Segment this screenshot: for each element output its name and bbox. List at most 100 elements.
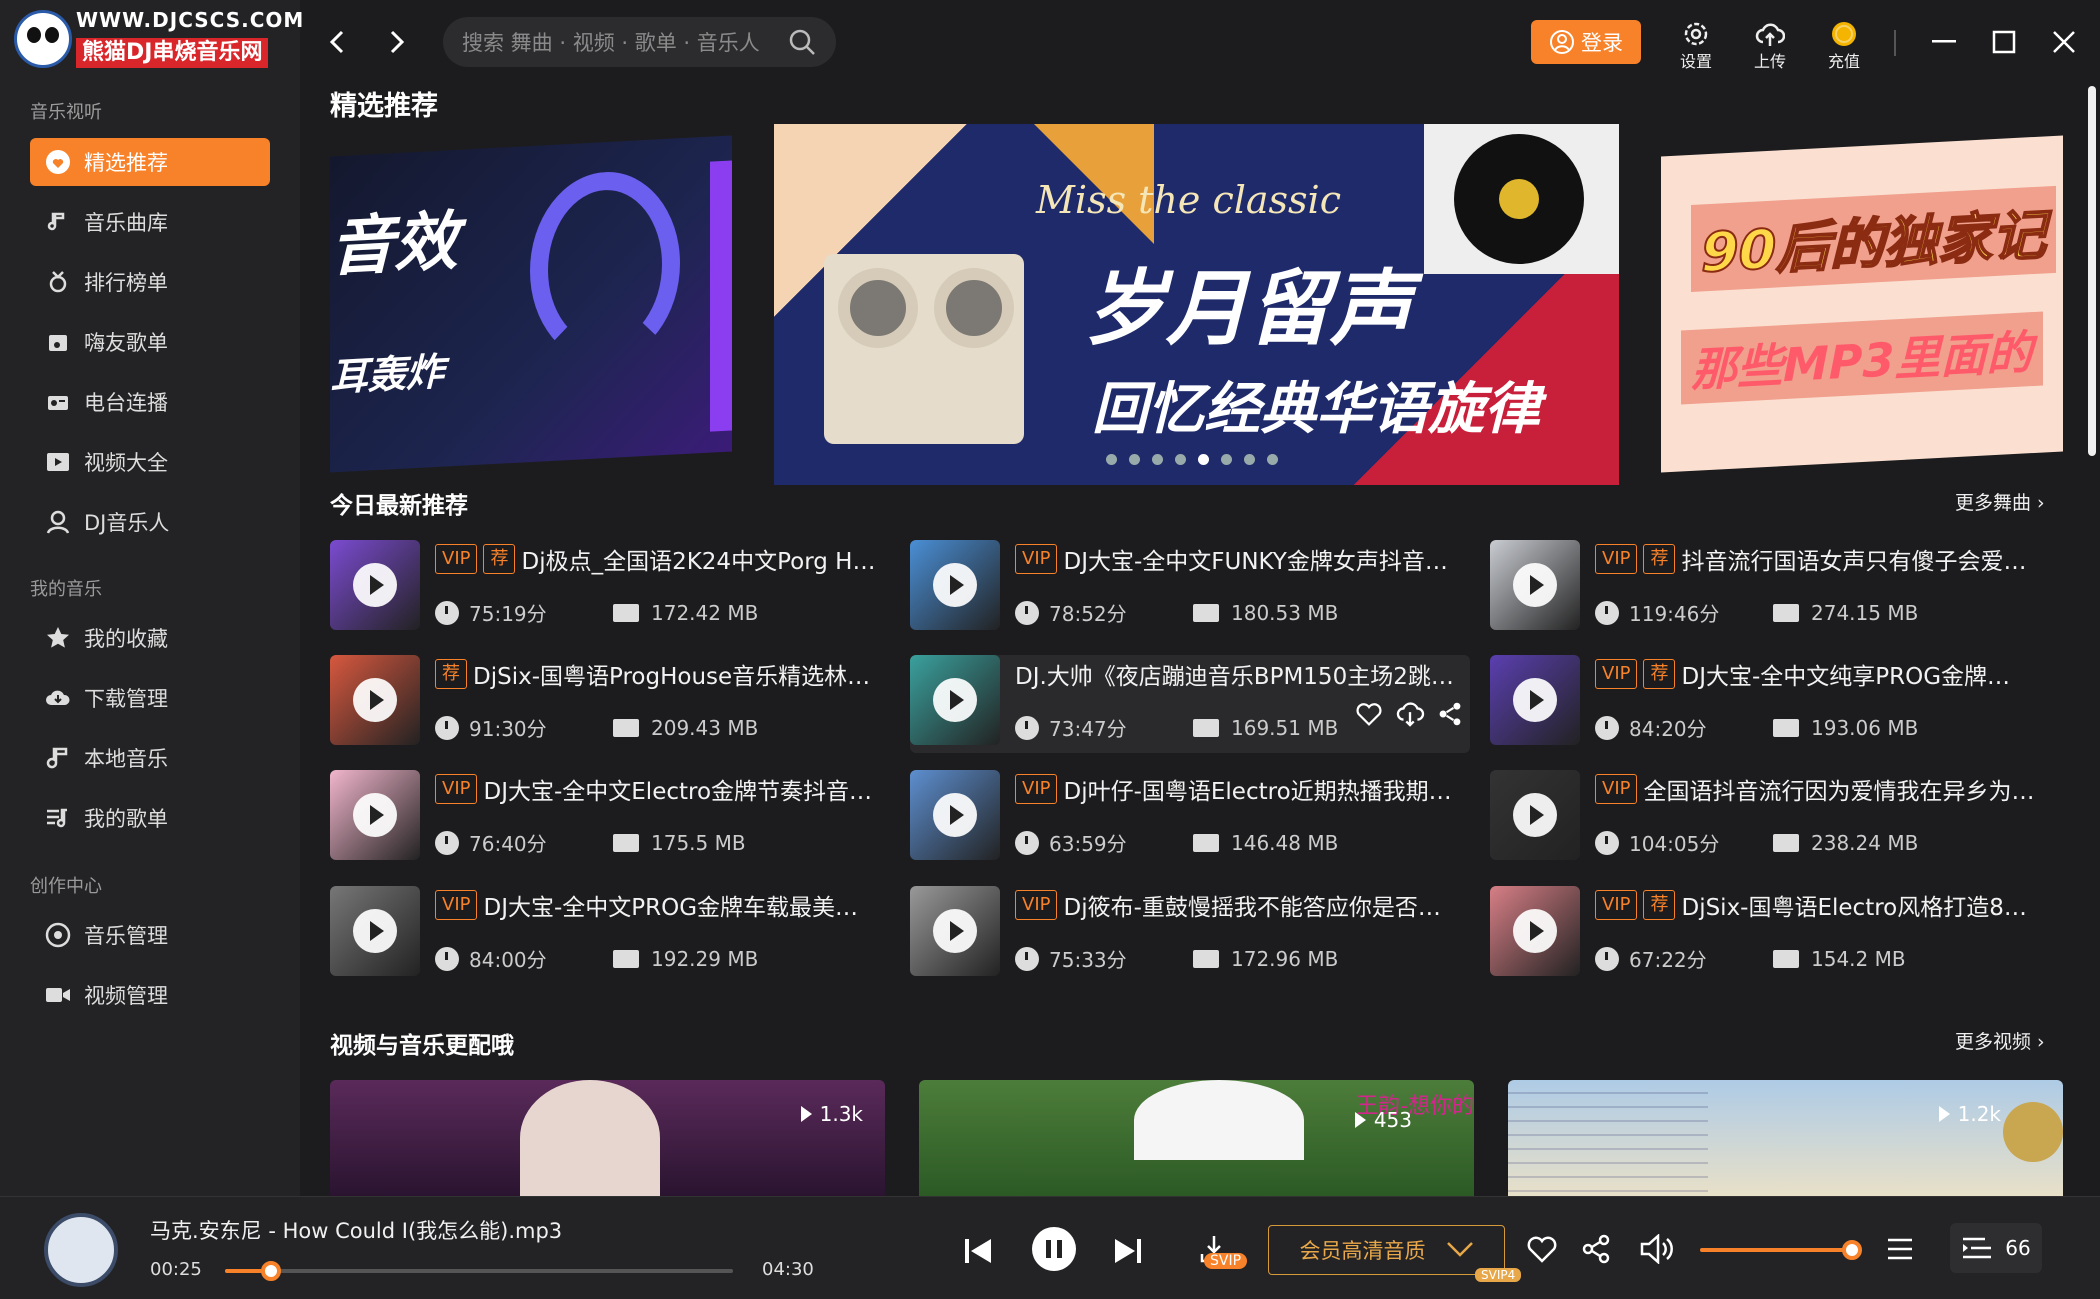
- recharge-button[interactable]: 充值: [1814, 20, 1874, 76]
- scrollbar[interactable]: [2088, 86, 2096, 456]
- sidebar-item-favorites[interactable]: 我的收藏: [30, 614, 270, 662]
- video-card[interactable]: 王韵-想你的 453: [919, 1080, 1474, 1196]
- song-item[interactable]: VIP 荐 Dj极点_全国语2K24中文Porg H… 75:19分 172.42 …: [330, 540, 890, 638]
- play-icon[interactable]: [1513, 678, 1557, 722]
- album-cover[interactable]: [44, 1213, 118, 1287]
- play-icon[interactable]: [353, 563, 397, 607]
- play-icon[interactable]: [933, 909, 977, 953]
- sidebar-item-local-music[interactable]: 本地音乐: [30, 734, 270, 782]
- play-icon[interactable]: [353, 909, 397, 953]
- carousel-dot-active[interactable]: [1198, 454, 1209, 465]
- play-icon[interactable]: [353, 793, 397, 837]
- song-item[interactable]: VIP Dj叶仔-国粤语Electro近期热播我期… 63:59分 146.48 …: [910, 770, 1470, 868]
- carousel-dot[interactable]: [1267, 454, 1278, 465]
- play-icon[interactable]: [933, 563, 977, 607]
- sidebar-item-video-manage[interactable]: 视频管理: [30, 971, 270, 1019]
- heart-outline-icon[interactable]: [1355, 701, 1383, 727]
- song-cover[interactable]: [1490, 655, 1580, 745]
- video-card[interactable]: 1.3k: [330, 1080, 885, 1196]
- share-icon[interactable]: [1437, 701, 1463, 727]
- banner-center[interactable]: Miss the classic 岁月留声 回忆经典华语旋律: [774, 124, 1619, 485]
- song-title-row[interactable]: VIP Dj叶仔-国粤语Electro近期热播我期…: [1015, 772, 1475, 806]
- play-icon[interactable]: [353, 678, 397, 722]
- carousel-dot[interactable]: [1221, 454, 1232, 465]
- download-button[interactable]: SVIP: [1184, 1219, 1248, 1279]
- song-cover[interactable]: [910, 540, 1000, 630]
- sidebar-item-playlists[interactable]: 嗨友歌单: [30, 318, 270, 366]
- maximize-button[interactable]: [1984, 22, 2024, 62]
- banner-right[interactable]: 90后的独家记 那些MP3里面的: [1661, 135, 2063, 473]
- video-card[interactable]: 1.2k: [1508, 1080, 2063, 1196]
- close-button[interactable]: [2044, 22, 2084, 62]
- share-button[interactable]: [1576, 1229, 1616, 1269]
- song-title-row[interactable]: VIP DJ大宝-全中文Electro金牌节奏抖音…: [435, 772, 895, 806]
- volume-slider[interactable]: [1700, 1240, 1862, 1260]
- song-item[interactable]: VIP DJ大宝-全中文Electro金牌节奏抖音… 76:40分 175.5 M…: [330, 770, 890, 868]
- next-button[interactable]: [1108, 1231, 1148, 1271]
- login-button[interactable]: 登录: [1531, 20, 1641, 64]
- song-cover[interactable]: [910, 886, 1000, 976]
- play-icon[interactable]: [1513, 793, 1557, 837]
- song-item[interactable]: DJ.大帅《夜店蹦迪音乐BPM150主场2跳… 73:47分 169.51 MB: [910, 655, 1470, 753]
- carousel-dot[interactable]: [1129, 454, 1140, 465]
- song-title-row[interactable]: VIP DJ大宝-全中文PROG金牌车载最美…: [435, 888, 895, 922]
- search-input[interactable]: 搜索 舞曲 · 视频 · 歌单 · 音乐人: [443, 17, 836, 67]
- song-cover[interactable]: [1490, 770, 1580, 860]
- song-title-row[interactable]: DJ.大帅《夜店蹦迪音乐BPM150主场2跳…: [1015, 657, 1475, 691]
- download-cloud-icon[interactable]: [1395, 701, 1425, 727]
- volume-button[interactable]: [1638, 1229, 1678, 1269]
- song-title-row[interactable]: VIP 荐抖音流行国语女声只有傻子会爱…: [1595, 542, 2055, 576]
- sidebar-item-my-playlists[interactable]: 我的歌单: [30, 794, 270, 842]
- quality-dropdown[interactable]: 会员高清音质 SVIP4: [1268, 1225, 1522, 1282]
- progress-bar[interactable]: [225, 1261, 733, 1281]
- carousel-dots[interactable]: [1106, 454, 1278, 465]
- settings-button[interactable]: 设置: [1666, 20, 1726, 76]
- song-item[interactable]: VIP 全国语抖音流行因为爱情我在异乡为… 104:05分 238.24 MB: [1490, 770, 2050, 868]
- back-button[interactable]: [318, 22, 358, 62]
- sidebar-item-videos[interactable]: 视频大全: [30, 438, 270, 486]
- song-item[interactable]: VIP DJ大宝-全中文FUNKY金牌女声抖音… 78:52分 180.53 MB: [910, 540, 1470, 638]
- song-cover[interactable]: [1490, 886, 1580, 976]
- sidebar-item-dj-artists[interactable]: DJ音乐人: [30, 498, 270, 546]
- song-cover[interactable]: [1490, 540, 1580, 630]
- forward-button[interactable]: [376, 22, 416, 62]
- sidebar-item-downloads[interactable]: 下载管理: [30, 674, 270, 722]
- favorite-button[interactable]: [1522, 1229, 1562, 1269]
- song-cover[interactable]: [330, 540, 420, 630]
- song-item[interactable]: VIP DJ大宝-全中文PROG金牌车载最美… 84:00分 192.29 MB: [330, 886, 890, 984]
- song-title-row[interactable]: 荐 DjSix-国粤语ProgHouse音乐精选林…: [435, 657, 895, 691]
- song-title-row[interactable]: VIP Dj筱布-重鼓慢摇我不能答应你是否…: [1015, 888, 1475, 922]
- sidebar-item-radio[interactable]: 电台连播: [30, 378, 270, 426]
- more-videos-link[interactable]: 更多视频 ›: [1955, 1027, 2045, 1054]
- song-title-row[interactable]: VIP 全国语抖音流行因为爱情我在异乡为…: [1595, 772, 2055, 806]
- play-icon[interactable]: [1513, 563, 1557, 607]
- song-item[interactable]: 荐 DjSix-国粤语ProgHouse音乐精选林… 91:30分 209.43 …: [330, 655, 890, 753]
- sidebar-item-library[interactable]: 音乐曲库: [30, 198, 270, 246]
- carousel-dot[interactable]: [1152, 454, 1163, 465]
- carousel-dot[interactable]: [1106, 454, 1117, 465]
- sidebar-item-music-manage[interactable]: 音乐管理: [30, 911, 270, 959]
- play-icon[interactable]: [933, 678, 977, 722]
- upload-button[interactable]: 上传: [1740, 20, 1800, 76]
- song-item[interactable]: VIP Dj筱布-重鼓慢摇我不能答应你是否… 75:33分 172.96 MB: [910, 886, 1470, 984]
- song-title-row[interactable]: VIP 荐 DjSix-国粤语Electro风格打造8…: [1595, 888, 2055, 922]
- song-item[interactable]: VIP 荐抖音流行国语女声只有傻子会爱… 119:46分 274.15 MB: [1490, 540, 2050, 638]
- minimize-button[interactable]: [1924, 22, 1964, 62]
- song-item[interactable]: VIP 荐 DjSix-国粤语Electro风格打造8… 67:22分 154.2 …: [1490, 886, 2050, 984]
- previous-button[interactable]: [958, 1231, 998, 1271]
- sidebar-item-charts[interactable]: 排行榜单: [30, 258, 270, 306]
- song-cover[interactable]: [910, 770, 1000, 860]
- song-cover[interactable]: [330, 655, 420, 745]
- song-cover[interactable]: [910, 655, 1000, 745]
- sidebar-item-featured[interactable]: 精选推荐: [30, 138, 270, 186]
- song-cover[interactable]: [330, 886, 420, 976]
- more-songs-link[interactable]: 更多舞曲 ›: [1955, 488, 2045, 515]
- play-icon[interactable]: [1513, 909, 1557, 953]
- progress-handle[interactable]: [260, 1261, 281, 1281]
- carousel-dot[interactable]: [1175, 454, 1186, 465]
- volume-handle[interactable]: [1842, 1240, 1862, 1260]
- song-title-row[interactable]: VIP 荐 DJ大宝-全中文纯享PROG金牌…: [1595, 657, 2055, 691]
- song-title-row[interactable]: VIP DJ大宝-全中文FUNKY金牌女声抖音…: [1015, 542, 1475, 576]
- song-title-row[interactable]: VIP 荐 Dj极点_全国语2K24中文Porg H…: [435, 542, 895, 576]
- pause-button[interactable]: [1032, 1227, 1076, 1271]
